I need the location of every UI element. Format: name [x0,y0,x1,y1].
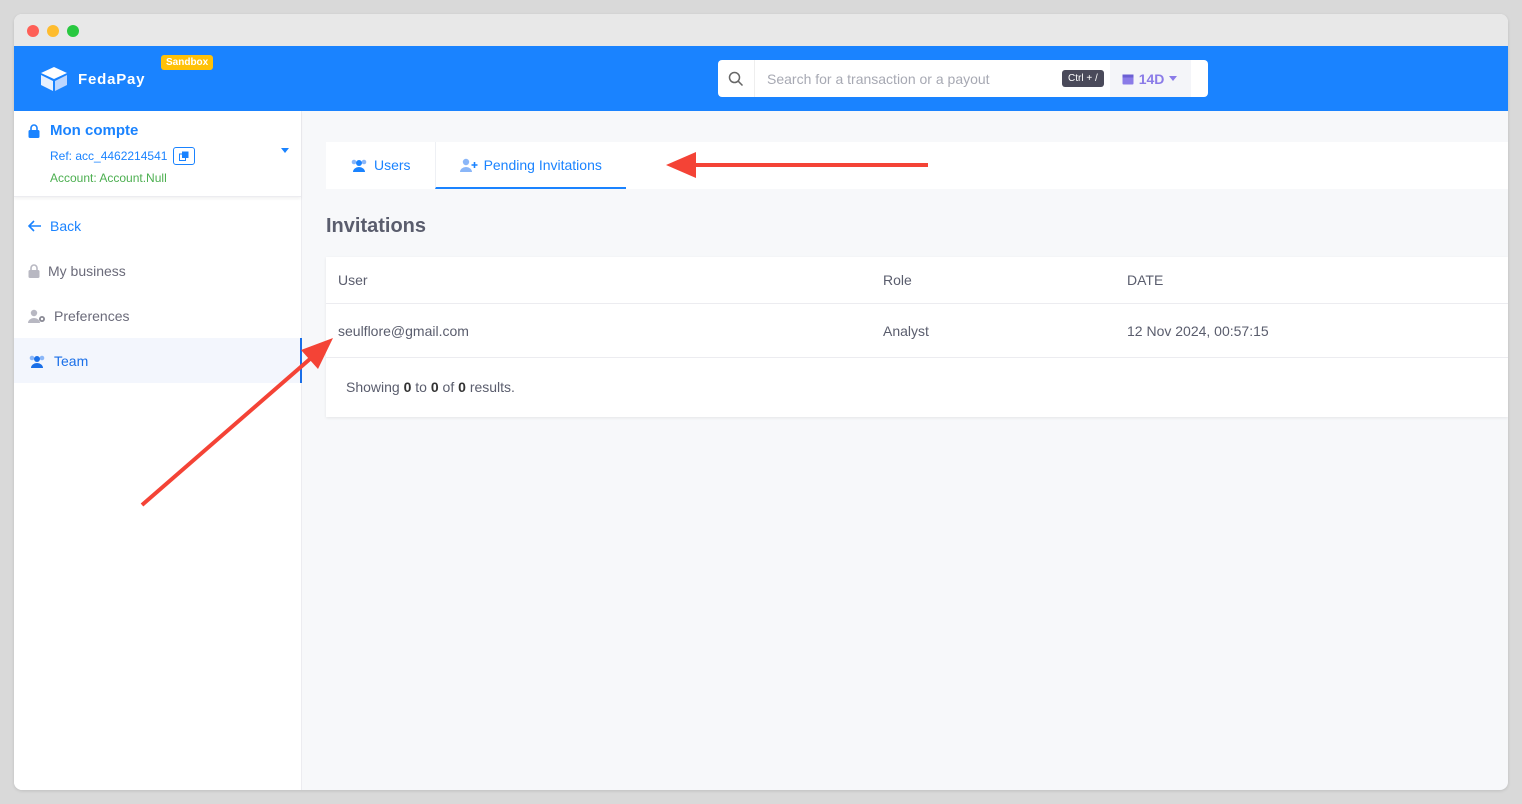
users-icon [29,355,45,368]
cell-user-email: seulflore@gmail.com [338,322,469,339]
sidebar-item-label: Preferences [54,307,130,324]
lock-icon [28,123,40,138]
sidebar-item-preferences[interactable]: Preferences [14,293,301,338]
user-plus-icon [459,158,478,172]
tab-label: Users [374,156,411,173]
tab-users[interactable]: Users [326,142,435,189]
brand-name: FedaPay [78,70,146,88]
table-row[interactable]: seulflore@gmail.com Analyst 12 Nov 2024,… [326,304,1508,358]
brand-logo[interactable]: FedaPay [38,65,145,93]
pagination-summary: Showing 0 to 0 of 0 results. [346,379,515,395]
minimize-window-button[interactable] [47,25,59,37]
tab-label: Pending Invitations [483,156,602,173]
browser-window: FedaPay Sandbox Ctrl + / 14D Mon compte … [14,14,1508,790]
cell-date: 12 Nov 2024, 00:57:15 [1127,322,1269,339]
column-header-user: User [338,272,368,288]
arrow-left-icon [28,219,41,232]
close-window-button[interactable] [27,25,39,37]
search-bar: Ctrl + / 14D [718,60,1208,97]
account-title: Mon compte [50,122,139,139]
search-input[interactable] [754,60,1054,97]
maximize-window-button[interactable] [67,25,79,37]
lock-icon [28,263,40,278]
sandbox-badge: Sandbox [161,55,214,70]
sidebar-item-back[interactable]: Back [14,203,301,248]
tab-pending-invitations[interactable]: Pending Invitations [434,142,626,189]
sidebar-item-team[interactable]: Team [14,338,302,383]
search-shortcut-badge: Ctrl + / [1062,70,1104,87]
copy-icon [179,151,189,161]
users-icon [351,159,367,172]
page-title: Invitations [326,215,427,237]
user-gear-icon [28,309,45,323]
team-tabs: Users Pending Invitations [326,142,1508,189]
sidebar: Mon compte Ref: acc_4462214541 Account: … [14,111,302,790]
invitations-table: User Role DATE seulflore@gmail.com Analy… [326,257,1508,417]
top-navbar: FedaPay Sandbox Ctrl + / 14D [14,46,1508,111]
sidebar-item-my-business[interactable]: My business [14,248,301,293]
fedapay-logo-icon [41,67,67,91]
sidebar-item-label: My business [48,262,126,279]
main-content: Users Pending Invitations Invitations Us… [302,111,1508,790]
window-titlebar [14,14,1508,46]
column-header-role: Role [883,272,912,288]
account-name: Account: Account.Null [50,171,167,185]
cell-role: Analyst [883,322,929,339]
period-value: 14D [1138,70,1165,87]
account-ref: Ref: acc_4462214541 [50,149,168,163]
account-switcher[interactable]: Mon compte Ref: acc_4462214541 Account: … [14,111,301,197]
sidebar-item-label: Team [54,352,89,369]
sidebar-item-label: Back [50,217,82,234]
sidebar-nav: Back My business Preferences Team [14,197,302,383]
period-selector[interactable]: 14D [1109,60,1192,97]
table-header: User Role DATE [326,257,1508,304]
column-header-date: DATE [1127,272,1164,288]
chevron-down-icon [1169,76,1178,81]
copy-ref-button[interactable] [173,147,196,165]
caret-down-icon[interactable] [281,148,289,153]
calendar-icon [1122,74,1134,84]
search-icon [718,60,754,97]
